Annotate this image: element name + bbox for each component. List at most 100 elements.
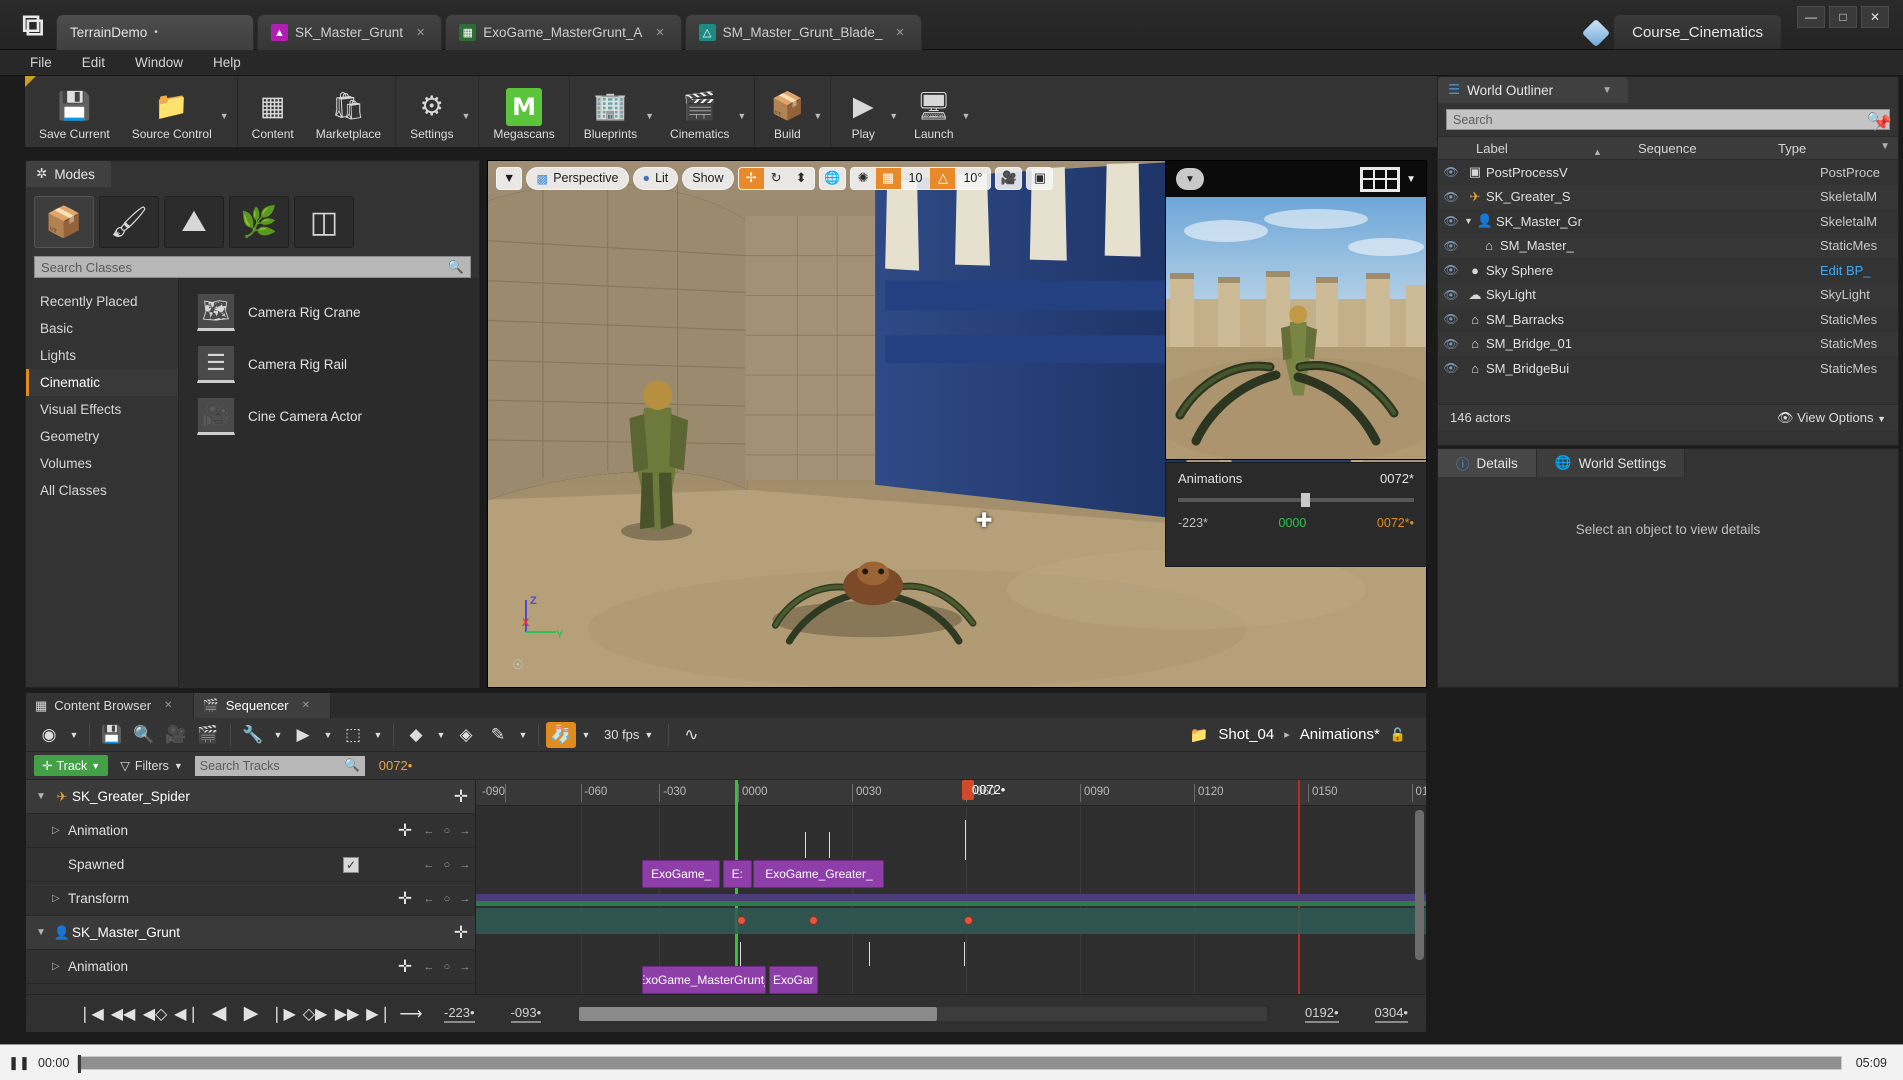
add-key-icon[interactable]: ✛	[391, 821, 419, 841]
add-key-circle-icon[interactable]: ○	[444, 961, 451, 973]
outliner-row[interactable]: 👁 ☁ SkyLight SkyLight	[1438, 282, 1898, 307]
blueprints-button[interactable]: 🏢 Blueprints	[573, 83, 648, 141]
column-options-icon[interactable]: ▼	[1880, 141, 1898, 152]
tab-close-icon[interactable]: ✕	[302, 700, 310, 711]
world-coords-icon[interactable]: 🌐	[820, 168, 845, 189]
next-key-icon[interactable]: →	[459, 961, 470, 973]
camera-mode-button[interactable]: ▩ Perspective	[526, 166, 629, 190]
outliner-row[interactable]: 👁 ⌂ SM_Barracks StaticMes	[1438, 307, 1898, 332]
view-mode-button[interactable]: ● Lit	[632, 166, 679, 190]
outliner-row-type[interactable]: Edit BP_	[1820, 263, 1898, 278]
view-options-button[interactable]: 👁 View Options ▼	[1777, 410, 1886, 426]
next-key-icon[interactable]: →	[459, 859, 470, 871]
add-key-icon[interactable]: ✛	[391, 889, 419, 909]
previous-key-icon[interactable]: ←	[424, 961, 435, 973]
category-volumes[interactable]: Volumes	[26, 450, 178, 477]
outliner-row[interactable]: 👁 ⌂ SM_Bridge_01 StaticMes	[1438, 331, 1898, 356]
grid-snap-value[interactable]: 10	[901, 168, 931, 189]
playback-progress-handle[interactable]	[78, 1054, 82, 1073]
visibility-eye-icon[interactable]: 👁	[1438, 288, 1464, 302]
outliner-row[interactable]: 👁 ⌂ SM_BridgeBui StaticMes	[1438, 356, 1898, 381]
animation-clip[interactable]: E:	[723, 860, 752, 888]
add-key-icon[interactable]: ✛	[391, 957, 419, 977]
playback-range-start-value[interactable]: -223•	[444, 1005, 475, 1023]
save-current-button[interactable]: 💾 Save Current	[28, 83, 121, 141]
visibility-eye-icon[interactable]: 👁	[1438, 214, 1464, 228]
expander-icon[interactable]: ▷	[52, 825, 68, 836]
next-key-button[interactable]: ▶▶	[332, 1000, 362, 1028]
category-visual-effects[interactable]: Visual Effects	[26, 396, 178, 423]
lock-icon[interactable]: 🔓	[1390, 727, 1406, 743]
cinematics-dropdown-icon[interactable]: ▼	[737, 103, 746, 121]
key-interpolation-dropdown-icon[interactable]: ▼	[433, 722, 449, 748]
tab-content-browser[interactable]: ▦ Content Browser ✕	[26, 693, 194, 718]
tab-sequencer[interactable]: 🎬 Sequencer ✕	[193, 693, 331, 718]
column-sequence[interactable]: Sequence	[1638, 141, 1778, 156]
filters-button[interactable]: ▽ Filters ▼	[120, 758, 183, 774]
visibility-eye-icon[interactable]: 👁	[1438, 190, 1464, 204]
keyframe-mode-button[interactable]: ◈	[451, 722, 481, 748]
menu-edit[interactable]: Edit	[82, 55, 105, 70]
rotate-gizmo-icon[interactable]: ↻	[764, 168, 789, 189]
add-track-to-object-icon[interactable]: ✛	[447, 787, 475, 807]
grid-snap-icon[interactable]: ▦	[875, 167, 901, 189]
outliner-tab-menu-icon[interactable]: ▼	[1602, 85, 1612, 96]
curve-editor-dropdown-icon[interactable]: ▼	[515, 722, 531, 748]
tab-terrain-demo[interactable]: TerrainDemo •	[56, 14, 254, 50]
tab-exogame-mastergrunt[interactable]: ▦ ExoGame_MasterGrunt_A ✕	[445, 14, 682, 50]
transform-keyframe[interactable]	[808, 916, 818, 925]
next-frame-button[interactable]: ❘▶	[268, 1000, 298, 1028]
create-camera-button[interactable]: 🎥	[161, 722, 191, 748]
search-classes-input[interactable]: Search Classes 🔍	[34, 256, 471, 278]
launch-dropdown-icon[interactable]: ▼	[962, 103, 971, 121]
actions-menu-dropdown-icon[interactable]: ▼	[270, 722, 286, 748]
modes-tab[interactable]: ✲ Modes	[26, 161, 111, 187]
visibility-eye-icon[interactable]: 👁	[1438, 165, 1464, 179]
key-interpolation-button[interactable]: ◆	[401, 722, 431, 748]
visibility-eye-icon[interactable]: 👁	[1438, 263, 1464, 277]
general-options-dropdown-icon[interactable]: ▼	[66, 722, 82, 748]
jump-to-start-button[interactable]: ❘◀	[76, 1000, 106, 1028]
track-animation-spider[interactable]: ▷ Animation ✛ ← ○ →	[26, 814, 475, 848]
animation-range-start[interactable]: -223*	[1178, 516, 1208, 530]
render-movie-button[interactable]: 🎬	[193, 722, 223, 748]
expander-icon[interactable]: ▷	[52, 961, 68, 972]
blueprints-dropdown-icon[interactable]: ▼	[645, 103, 654, 121]
visibility-eye-icon[interactable]: 👁	[1438, 312, 1464, 326]
spawned-track-bar[interactable]	[476, 894, 1426, 901]
track-spawned-spider[interactable]: Spawned ✓ ← ○ →	[26, 848, 475, 882]
camera-speed-icon[interactable]: 🎥	[996, 168, 1021, 189]
expander-icon[interactable]: ▼	[36, 927, 52, 938]
playback-range-end-marker[interactable]	[1297, 780, 1300, 994]
cinematics-button[interactable]: 🎬 Cinematics	[659, 83, 740, 141]
animation-clip[interactable]: ExoGar	[768, 966, 818, 994]
minimize-button[interactable]: —	[1797, 6, 1825, 28]
previous-key-icon[interactable]: ←	[424, 859, 435, 871]
world-outliner-tab[interactable]: ☰ World Outliner ▼	[1438, 77, 1628, 103]
scrubber-handle[interactable]	[1300, 493, 1310, 507]
category-geometry[interactable]: Geometry	[26, 423, 178, 450]
maximize-viewport-icon[interactable]: ▣	[1027, 168, 1052, 189]
source-control-button[interactable]: 📁 Source Control	[121, 83, 223, 141]
geometry-edit-mode-button[interactable]: ◫	[294, 196, 354, 248]
add-key-circle-icon[interactable]: ○	[444, 859, 451, 871]
general-options-button[interactable]: ◉	[34, 722, 64, 748]
show-menu-button[interactable]: Show	[682, 166, 734, 190]
launch-button[interactable]: 🖥 Launch	[903, 83, 964, 141]
translate-gizmo-icon[interactable]: ✢	[738, 167, 764, 189]
column-type[interactable]: Type ▼	[1778, 141, 1898, 156]
scrollbar-thumb[interactable]	[579, 1006, 937, 1021]
tab-close-icon[interactable]: ✕	[416, 26, 425, 39]
previous-key-button[interactable]: ◀◀	[108, 1000, 138, 1028]
search-tracks-input[interactable]: Search Tracks 🔍	[194, 755, 365, 776]
save-sequence-button[interactable]: 💾	[97, 722, 127, 748]
outliner-search-input[interactable]: Search 🔍	[1446, 109, 1890, 130]
project-tab[interactable]: Course_Cinematics	[1614, 15, 1781, 49]
track-transform-spider[interactable]: ▷ Transform ✛ ← ○ →	[26, 882, 475, 916]
curve-editor-tools-button[interactable]: ✎	[483, 722, 513, 748]
pause-icon[interactable]: ❚❚	[8, 1052, 30, 1074]
animation-range-current[interactable]: 0072*•	[1377, 516, 1414, 530]
expander-icon[interactable]: ▷	[52, 893, 68, 904]
jump-to-end-button[interactable]: ▶❘	[364, 1000, 394, 1028]
playback-options-dropdown-icon[interactable]: ▼	[320, 722, 336, 748]
